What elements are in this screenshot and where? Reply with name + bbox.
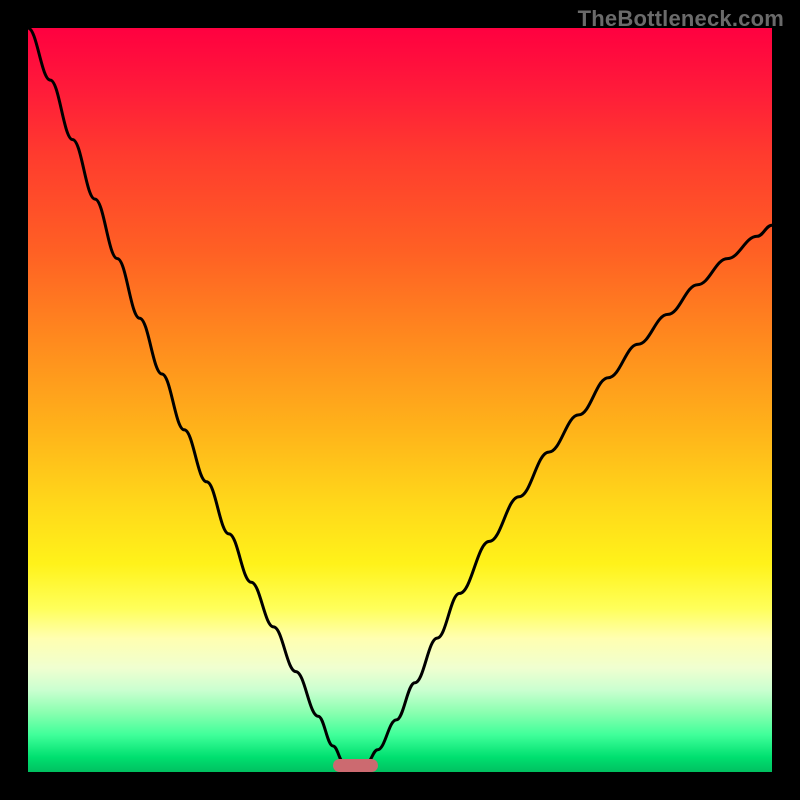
curve-right-arm (367, 225, 773, 763)
bottleneck-marker (333, 759, 378, 772)
curve-layer (28, 28, 772, 772)
curve-left-arm (28, 28, 344, 763)
plot-area (28, 28, 772, 772)
outer-frame: TheBottleneck.com (0, 0, 800, 800)
